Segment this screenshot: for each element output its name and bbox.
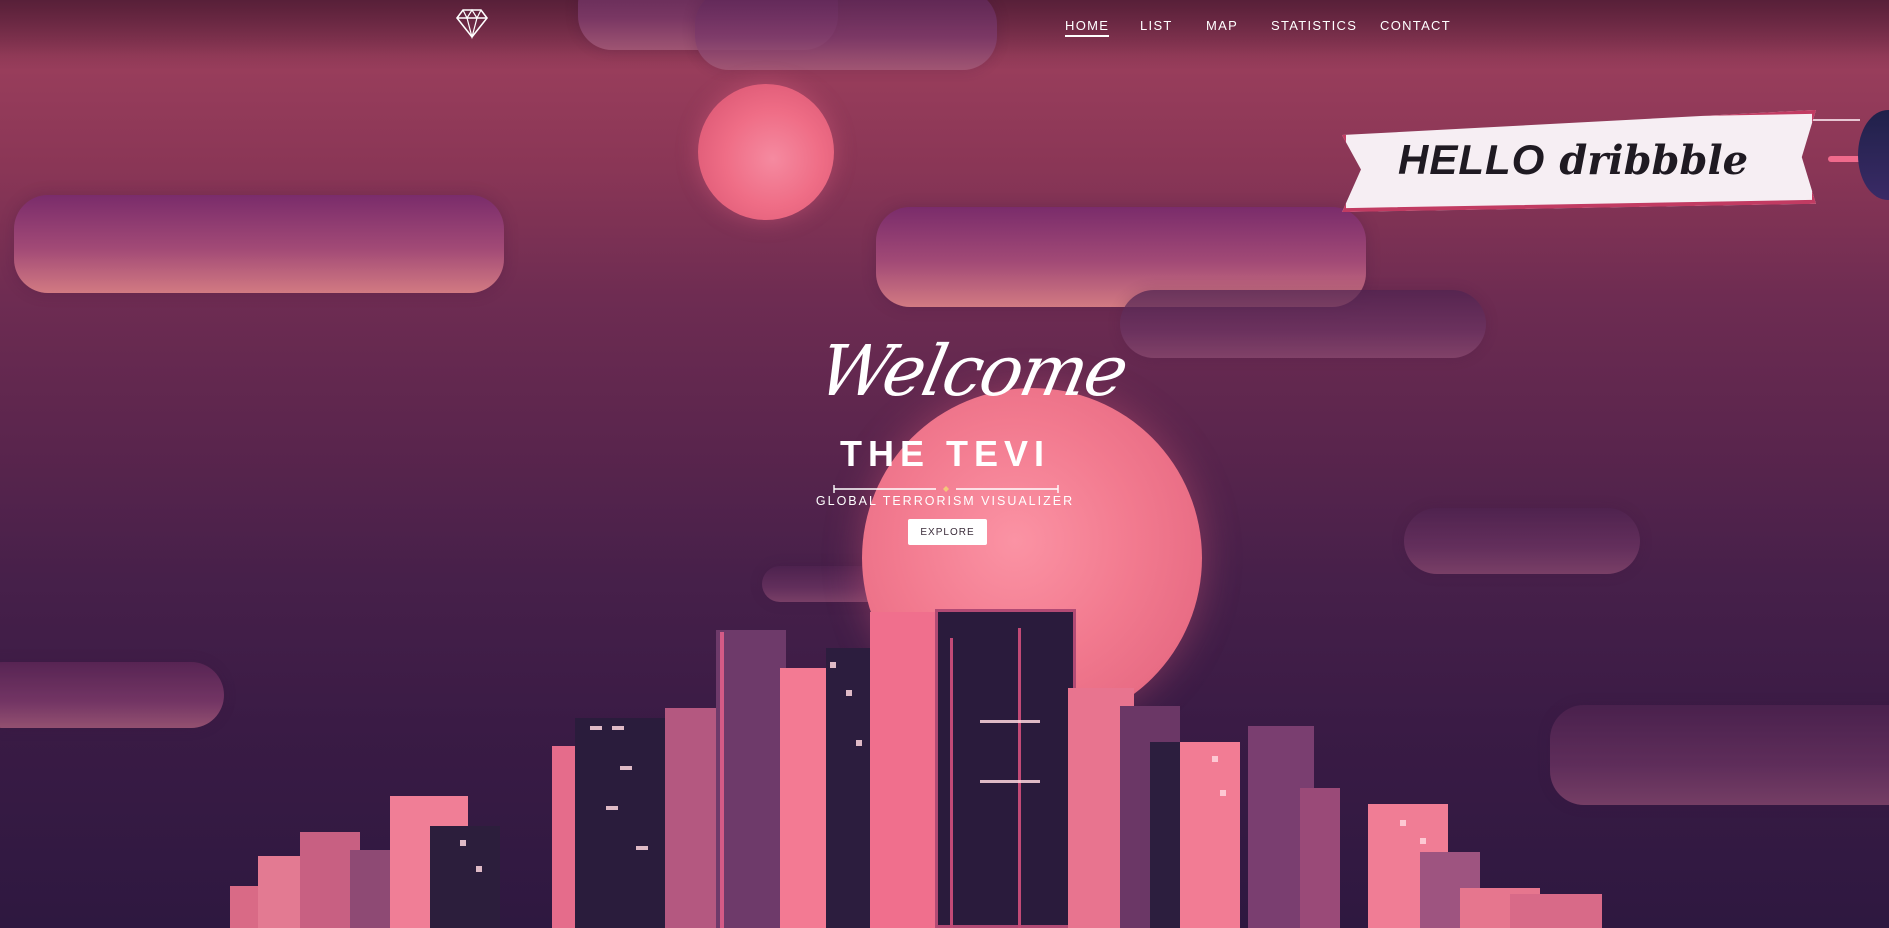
window bbox=[830, 662, 836, 668]
window bbox=[980, 720, 1040, 723]
building bbox=[1510, 894, 1602, 928]
building-outline bbox=[1018, 628, 1021, 928]
nav-list[interactable]: LIST bbox=[1140, 18, 1173, 33]
title-divider bbox=[833, 485, 1059, 493]
cloud bbox=[0, 662, 224, 728]
window bbox=[1420, 838, 1426, 844]
window bbox=[980, 780, 1040, 783]
building bbox=[1300, 788, 1340, 928]
window bbox=[460, 840, 466, 846]
window bbox=[620, 766, 632, 770]
airplane bbox=[1858, 110, 1889, 200]
nav-map[interactable]: MAP bbox=[1206, 18, 1238, 33]
banner-hello: HELLO bbox=[1398, 136, 1546, 183]
window bbox=[1212, 756, 1218, 762]
cloud bbox=[1120, 290, 1486, 358]
window bbox=[1220, 790, 1226, 796]
window bbox=[606, 806, 618, 810]
welcome-heading: Welcome bbox=[811, 330, 1134, 412]
cloud bbox=[1404, 508, 1640, 574]
nav-contact[interactable]: CONTACT bbox=[1380, 18, 1451, 33]
building bbox=[1180, 742, 1240, 928]
building-outline bbox=[950, 638, 953, 928]
site-title: THE TEVI bbox=[839, 433, 1051, 474]
window bbox=[1400, 820, 1406, 826]
window bbox=[612, 726, 624, 730]
banner-text: HELLO dribbble bbox=[1398, 130, 1788, 190]
window bbox=[856, 740, 862, 746]
window bbox=[636, 846, 648, 850]
banner-brand: dribbble bbox=[1559, 136, 1749, 184]
site-subtitle: GLOBAL TERRORISM VISUALIZER bbox=[815, 494, 1075, 508]
window bbox=[846, 690, 852, 696]
nav-home[interactable]: HOME bbox=[1065, 18, 1110, 37]
building bbox=[935, 609, 1076, 928]
building bbox=[716, 630, 786, 928]
cloud bbox=[14, 195, 504, 293]
small-moon bbox=[698, 84, 834, 220]
window bbox=[590, 726, 602, 730]
window bbox=[476, 866, 482, 872]
cloud bbox=[695, 0, 997, 70]
diamond-icon[interactable] bbox=[455, 6, 489, 40]
nav-statistics[interactable]: STATISTICS bbox=[1271, 18, 1357, 33]
cloud bbox=[1550, 705, 1889, 805]
building bbox=[780, 668, 830, 928]
explore-button[interactable]: EXPLORE bbox=[908, 519, 987, 545]
building-outline bbox=[720, 632, 724, 928]
